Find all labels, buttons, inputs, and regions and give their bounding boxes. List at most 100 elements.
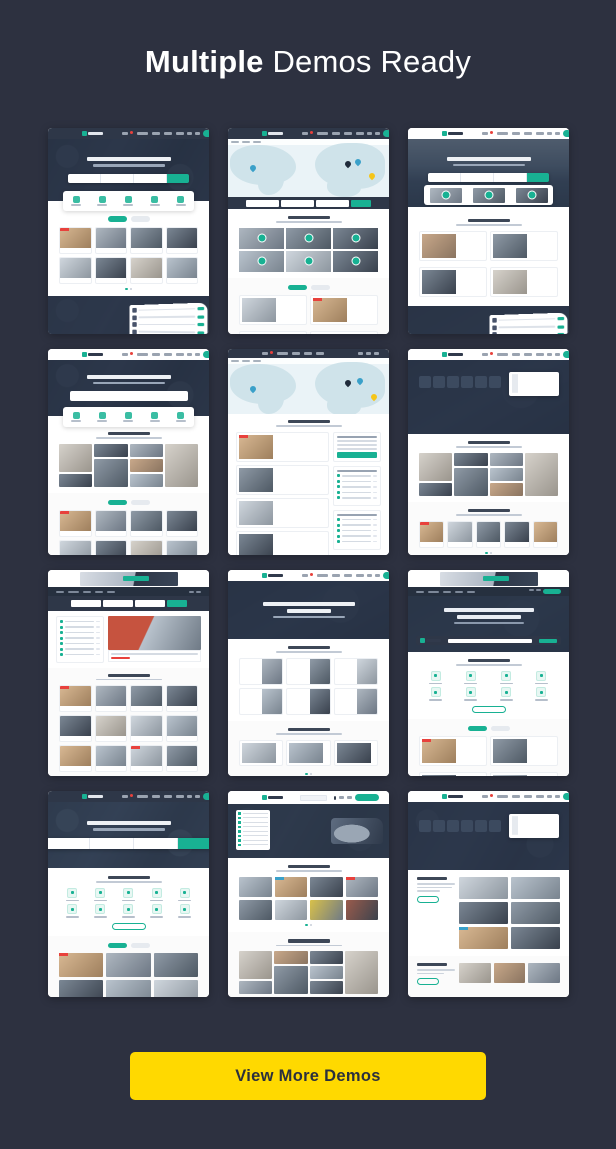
demo-card-3[interactable] (408, 128, 569, 334)
location-tile[interactable] (59, 473, 93, 487)
listing-card[interactable] (475, 520, 502, 548)
location-tile[interactable] (274, 951, 308, 965)
listing-row[interactable] (239, 739, 284, 766)
location-tile[interactable] (94, 443, 128, 457)
featured-listing[interactable] (108, 616, 201, 663)
listing-card[interactable] (94, 226, 127, 254)
listing-card[interactable] (106, 980, 151, 997)
category-item[interactable] (150, 887, 164, 902)
demo-card-6[interactable] (408, 349, 569, 555)
listing-card[interactable] (59, 540, 92, 555)
listing-card[interactable] (310, 876, 343, 897)
listing-card[interactable] (511, 877, 560, 899)
demo-card-5[interactable] (228, 349, 389, 555)
category-card[interactable] (239, 657, 284, 685)
search-bar[interactable] (48, 596, 209, 611)
listing-card[interactable] (345, 899, 378, 920)
listing-card[interactable] (59, 745, 92, 773)
category-tile[interactable] (286, 227, 331, 249)
search-keyword-input[interactable] (69, 391, 188, 402)
location-tile[interactable] (344, 951, 378, 995)
listing-row[interactable] (419, 772, 487, 776)
listing-row[interactable] (490, 230, 558, 261)
demo-card-9[interactable] (408, 570, 569, 776)
listing-row[interactable] (419, 736, 487, 767)
listing-card[interactable] (59, 685, 92, 713)
location-tile[interactable] (309, 966, 343, 980)
categories-strip[interactable] (63, 191, 194, 211)
listing-row[interactable] (310, 331, 378, 334)
listing-card[interactable] (310, 899, 343, 920)
listing-row[interactable] (490, 266, 558, 297)
listing-card[interactable] (274, 876, 307, 897)
signup-form[interactable] (509, 814, 559, 838)
banner-ad[interactable] (79, 571, 178, 586)
listing-card[interactable] (419, 520, 445, 548)
search-submit-button[interactable] (337, 452, 377, 459)
search-ads-widget[interactable] (333, 431, 381, 463)
listing-card[interactable] (94, 715, 127, 743)
category-item[interactable] (65, 904, 79, 918)
location-tile[interactable] (419, 482, 453, 496)
carousel-dots[interactable] (59, 287, 198, 290)
listing-row[interactable] (239, 331, 307, 334)
demo-card-8[interactable] (228, 570, 389, 776)
listing-card[interactable] (165, 540, 198, 555)
listing-card[interactable] (130, 685, 163, 713)
listing-tabs[interactable] (59, 942, 198, 949)
listing-card[interactable] (239, 899, 272, 920)
category-item[interactable] (121, 887, 135, 902)
demo-card-4[interactable] (48, 349, 209, 555)
listing-tabs[interactable] (59, 499, 198, 506)
location-tile[interactable] (129, 443, 163, 457)
listing-card[interactable] (345, 876, 378, 897)
category-item[interactable] (499, 687, 513, 701)
view-all-categories-button[interactable] (471, 705, 506, 713)
listing-card[interactable] (94, 256, 127, 284)
listing-row[interactable] (490, 772, 558, 776)
category-item[interactable] (429, 687, 443, 701)
listing-card[interactable] (59, 953, 104, 978)
browse-all-button[interactable] (417, 895, 439, 903)
view-all-categories-button[interactable] (111, 922, 146, 930)
listing-card[interactable] (153, 953, 198, 978)
category-item[interactable] (93, 904, 107, 918)
search-icon[interactable] (333, 795, 336, 800)
listing-card[interactable] (59, 226, 92, 254)
listing-row[interactable] (236, 530, 329, 555)
listing-card[interactable] (130, 745, 163, 773)
listing-card[interactable] (165, 685, 198, 713)
location-tile[interactable] (239, 981, 273, 995)
categories-widget[interactable] (333, 466, 381, 506)
category-item[interactable] (121, 904, 135, 918)
listing-card[interactable] (239, 876, 272, 897)
listing-card[interactable] (459, 927, 508, 949)
location-tile[interactable] (528, 963, 560, 983)
listing-card[interactable] (165, 226, 198, 254)
category-item[interactable] (534, 670, 548, 685)
category-item[interactable] (178, 887, 192, 902)
location-tile[interactable] (489, 467, 523, 481)
listing-card[interactable] (165, 510, 198, 538)
listing-card[interactable] (447, 520, 473, 548)
listing-card[interactable] (106, 953, 151, 978)
listing-card[interactable] (165, 715, 198, 743)
listing-card[interactable] (130, 256, 163, 284)
category-tile[interactable] (239, 250, 284, 272)
carousel-dots[interactable] (419, 551, 558, 555)
listing-row[interactable] (310, 295, 378, 326)
location-tile[interactable] (454, 467, 488, 496)
listing-card[interactable] (153, 980, 198, 997)
promo-signup-form[interactable] (509, 372, 559, 396)
listing-card[interactable] (165, 745, 198, 773)
category-card[interactable] (333, 687, 378, 715)
listing-card[interactable] (130, 715, 163, 743)
category-tile[interactable] (286, 250, 331, 272)
category-item[interactable] (464, 670, 478, 685)
map-hero[interactable] (228, 358, 389, 414)
inner-search-bar[interactable] (416, 636, 561, 645)
listing-row[interactable] (419, 266, 487, 297)
listing-tabs[interactable] (239, 284, 378, 291)
sidebar-category-filters[interactable] (56, 616, 104, 663)
locations-widget[interactable] (333, 509, 381, 550)
